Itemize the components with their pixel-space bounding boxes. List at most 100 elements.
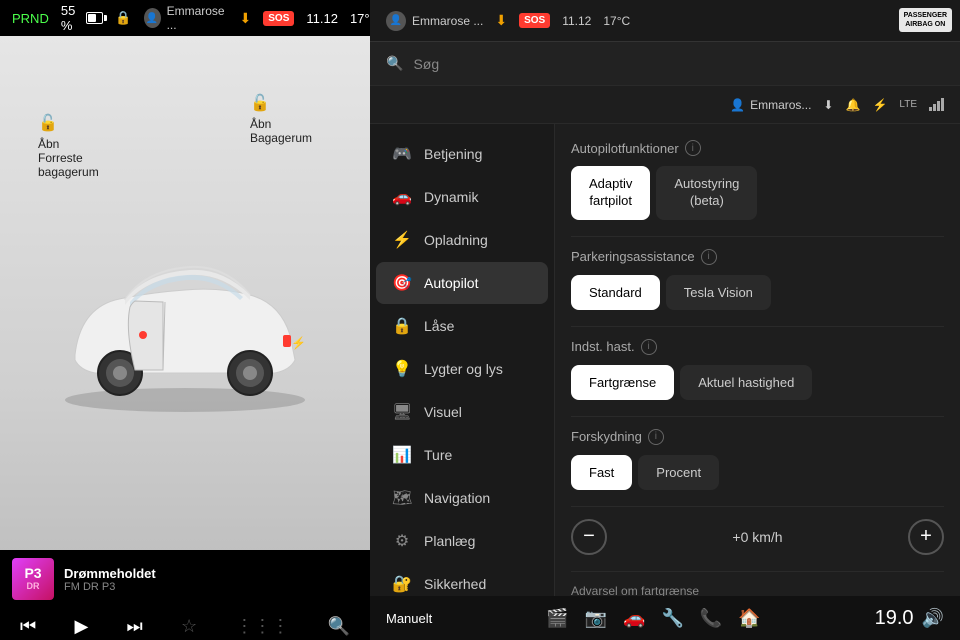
search-music-button[interactable]: 🔍 — [324, 612, 354, 640]
bottom-bar: Manuelt 🎬 📷 🚗 🔧 📞 🏠 19.0 🔊 — [370, 596, 960, 640]
opladning-label: Opladning — [424, 232, 488, 248]
content-area: 🎮 Betjening 🚗 Dynamik ⚡ Opladning 🎯 Auto… — [370, 124, 960, 596]
lygter-icon: 💡 — [392, 359, 412, 379]
sos-main[interactable]: SOS — [519, 13, 550, 28]
film-icon[interactable]: 🎬 — [546, 608, 568, 629]
autopilot-label: Autopilot — [424, 275, 478, 291]
sidebar-item-lygter[interactable]: 💡 Lygter og lys — [376, 348, 548, 390]
visuel-icon: 🖥 — [392, 402, 412, 422]
music-info: P3 DR Drømmeholdet FM DR P3 — [0, 550, 370, 608]
search-bar[interactable]: 🔍 Søg — [370, 42, 960, 86]
manual-label: Manuelt — [386, 611, 432, 626]
user-chip-left[interactable]: 👤 Emmarose ... — [144, 4, 228, 32]
acceleration-section-title: Forskydning i — [571, 429, 944, 445]
parking-button-group: Standard Tesla Vision — [571, 275, 944, 310]
autopilot-section-title: Autopilotfunktioner i — [571, 140, 944, 156]
procent-button[interactable]: Procent — [638, 455, 719, 490]
speed-control: − +0 km/h + — [571, 519, 944, 555]
temp-main: 17°C — [603, 14, 630, 28]
car-icon[interactable]: 🚗 — [623, 608, 645, 629]
download-secondary: ⬇ — [823, 98, 833, 112]
music-station-badge: P3 DR — [12, 558, 54, 600]
phone-icon[interactable]: 📞 — [700, 608, 722, 629]
favorite-button[interactable]: ☆ — [177, 612, 201, 640]
signal-bar-2 — [933, 104, 936, 111]
user-name-secondary: Emmaros... — [750, 98, 811, 112]
planlaeg-label: Planlæg — [424, 533, 475, 549]
divider-4 — [571, 506, 944, 507]
divider-1 — [571, 236, 944, 237]
tesla-vision-button[interactable]: Tesla Vision — [666, 275, 771, 310]
fartgraense-button[interactable]: Fartgrænse — [571, 365, 674, 400]
battery-icon — [86, 12, 104, 24]
parking-info-icon[interactable]: i — [701, 249, 717, 265]
bottom-center-icons: 🎬 📷 🚗 🔧 📞 🏠 — [546, 608, 761, 629]
camera-icon[interactable]: 📷 — [585, 608, 607, 629]
speed-plus-button[interactable]: + — [908, 519, 944, 555]
autopilot-info-icon[interactable]: i — [685, 140, 701, 156]
user-chip-main[interactable]: 👤 Emmarose ... — [386, 11, 483, 31]
sidebar-item-visuel[interactable]: 🖥 Visuel — [376, 391, 548, 433]
music-bar: P3 DR Drømmeholdet FM DR P3 ⏮ ▶ ⏭ ☆ ⋮⋮⋮ … — [0, 550, 370, 640]
speed-offset-value: +0 km/h — [619, 529, 896, 545]
adaptiv-button[interactable]: Adaptivfartpilot — [571, 166, 650, 220]
music-subtitle: FM DR P3 — [64, 581, 358, 593]
signal-bar-3 — [937, 101, 940, 111]
speed-info-icon[interactable]: i — [641, 339, 657, 355]
battery-indicator: 55 % — [61, 3, 103, 33]
car-image: ⚡ — [20, 130, 350, 540]
user-name-main: Emmarose ... — [412, 14, 483, 28]
next-button[interactable]: ⏭ — [123, 612, 147, 640]
ture-icon: 📊 — [392, 445, 412, 465]
aktuel-button[interactable]: Aktuel hastighed — [680, 365, 812, 400]
visuel-label: Visuel — [424, 404, 462, 420]
main-panel: 👤 Emmarose ... ⬇ SOS 11.12 17°C PASSENGE… — [370, 0, 960, 596]
bell-secondary: 🔔 — [845, 98, 860, 112]
autostyring-button[interactable]: Autostyring(beta) — [656, 166, 757, 220]
signal-bars — [929, 98, 944, 111]
laase-icon: 🔒 — [392, 316, 412, 336]
prev-button[interactable]: ⏮ — [16, 612, 40, 640]
svg-text:⚡: ⚡ — [291, 336, 306, 350]
sos-badge[interactable]: SOS — [263, 11, 294, 26]
sidebar-item-opladning[interactable]: ⚡ Opladning — [376, 219, 548, 261]
divider-5 — [571, 571, 944, 572]
sidebar-item-navigation[interactable]: 🗺 Navigation — [376, 477, 548, 519]
standard-button[interactable]: Standard — [571, 275, 660, 310]
opladning-icon: ⚡ — [392, 230, 412, 250]
home-icon[interactable]: 🏠 — [738, 608, 760, 629]
eq-button[interactable]: ⋮⋮⋮ — [231, 612, 293, 640]
badge-p3: P3 — [24, 566, 41, 581]
sidebar-item-ture[interactable]: 📊 Ture — [376, 434, 548, 476]
signal-bar-1 — [929, 107, 932, 111]
sidebar-item-laase[interactable]: 🔒 Låse — [376, 305, 548, 347]
signal-bar-4 — [941, 98, 944, 111]
volume-icon[interactable]: 🔊 — [922, 608, 944, 629]
speed-minus-button[interactable]: − — [571, 519, 607, 555]
play-button[interactable]: ▶ — [70, 612, 92, 640]
sidebar-item-betjening[interactable]: 🎮 Betjening — [376, 133, 548, 175]
user-avatar-main: 👤 — [386, 11, 406, 31]
parking-section-title: Parkeringsassistance i — [571, 249, 944, 265]
laase-label: Låse — [424, 318, 454, 334]
speed-button-group: Fartgrænse Aktuel hastighed — [571, 365, 944, 400]
main-content: Autopilotfunktioner i Adaptivfartpilot A… — [555, 124, 960, 596]
dynamik-icon: 🚗 — [392, 187, 412, 207]
car-area: 🔓 ÅbnForrestebagagerum 🔓 ÅbnBagagerum — [20, 80, 350, 540]
bt-secondary: ⚡ — [872, 98, 887, 112]
navigation-label: Navigation — [424, 490, 490, 506]
fast-button[interactable]: Fast — [571, 455, 632, 490]
speed-value-bottom: 19.0 — [875, 607, 914, 630]
passenger-airbag-badge: PASSENGERAIRBAG ON — [899, 8, 952, 32]
rear-trunk-icon: 🔓 — [250, 93, 270, 113]
sidebar-item-planlaeg[interactable]: ⚙ Planlæg — [376, 520, 548, 562]
temperature-display: 17°C — [350, 11, 370, 26]
download-icon-main: ⬇ — [495, 12, 507, 29]
search-icon: 🔍 — [386, 55, 403, 72]
sidebar-item-autopilot[interactable]: 🎯 Autopilot — [376, 262, 548, 304]
acceleration-info-icon[interactable]: i — [648, 429, 664, 445]
sidebar-item-sikkerhed[interactable]: 🔐 Sikkerhed — [376, 563, 548, 596]
secondary-bar: 👤 Emmaros... ⬇ 🔔 ⚡ LTE — [370, 86, 960, 124]
sidebar-item-dynamik[interactable]: 🚗 Dynamik — [376, 176, 548, 218]
wrench-icon[interactable]: 🔧 — [661, 608, 683, 629]
